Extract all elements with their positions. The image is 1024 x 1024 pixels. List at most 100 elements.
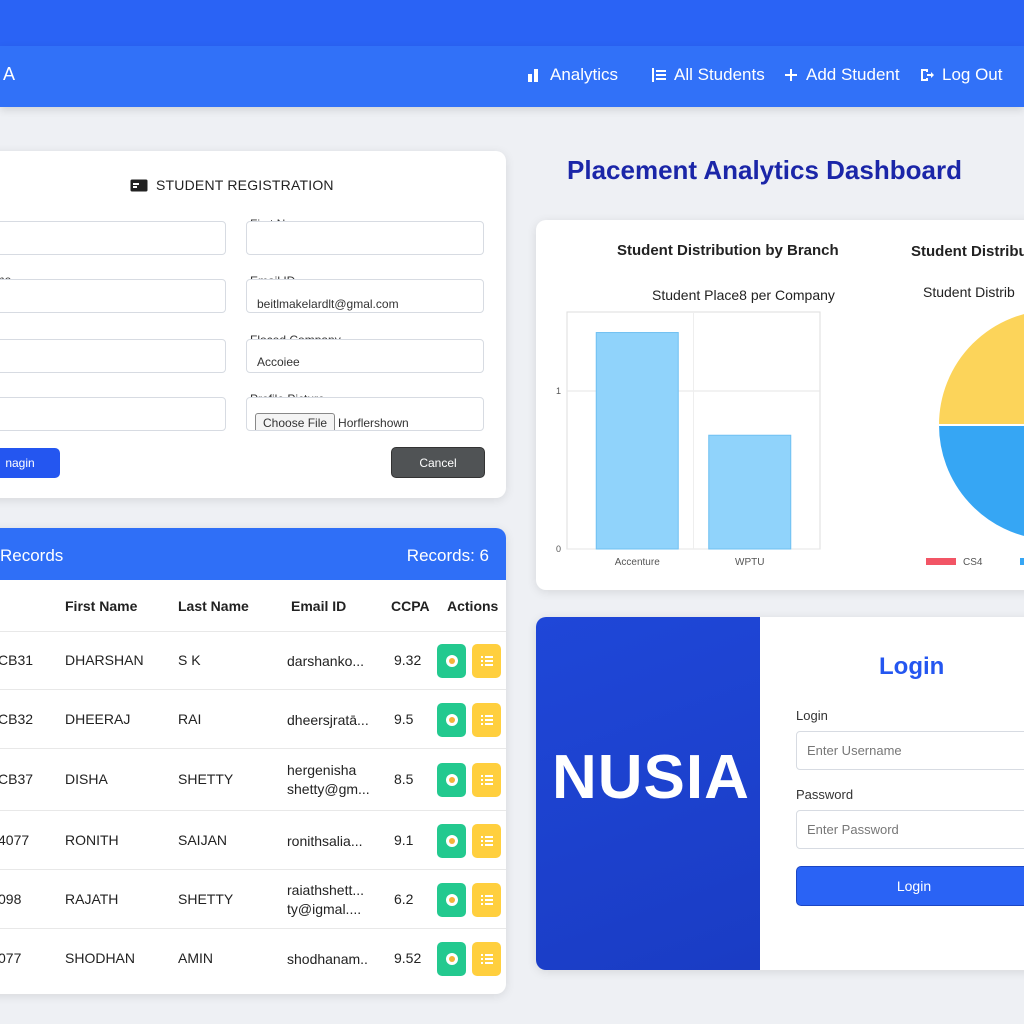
registration-card: STUDENT REGISTRATION ame n e First Name …	[0, 151, 506, 498]
records-title: Records	[0, 546, 64, 565]
login-title: Login	[879, 653, 945, 680]
table-row: 098 RAJATH SHETTY raiathshett... ty@igmal...…	[0, 869, 506, 928]
nav-add-student[interactable]: Add Student	[783, 65, 900, 85]
col-email[interactable]: Email ID	[291, 598, 346, 614]
cell-email-line: ronithsalia...	[287, 832, 363, 849]
view-button[interactable]	[437, 882, 466, 917]
view-button[interactable]	[437, 942, 466, 976]
pie-chart-title: Student Distribu	[911, 243, 1024, 260]
bar-chart: 0 1 Accenture WPTU	[556, 311, 821, 568]
view-button[interactable]	[437, 702, 466, 737]
login-card: NUSIA Login Login Enter Username Passwor…	[536, 617, 1024, 970]
x-tick-label: WPTU	[735, 557, 764, 568]
view-icon	[445, 655, 458, 667]
view-icon	[445, 774, 458, 786]
table-row: 4077 RONITH SAIJAN ronithsalia... 9.1	[0, 810, 506, 869]
cell-id: CB37	[0, 771, 34, 787]
cell-cgpa: 9.5	[394, 710, 414, 727]
cell-id: 077	[0, 950, 22, 966]
edit-button[interactable]	[472, 942, 501, 976]
left-field-4[interactable]	[0, 397, 226, 431]
col-last-name[interactable]: Last Name	[178, 598, 249, 614]
col-cgpa[interactable]: CCPA	[391, 598, 430, 614]
edit-list-icon	[480, 714, 493, 725]
bar-chart-subtitle: Student Place8 per Company	[652, 287, 835, 303]
cancel-button-label: Cancel	[419, 455, 457, 470]
cell-cgpa: 6.2	[394, 890, 414, 907]
left-field-3[interactable]	[0, 339, 226, 373]
edit-list-icon	[480, 835, 493, 846]
company-input[interactable]: Accoiee	[246, 339, 484, 373]
plus-icon	[785, 69, 797, 81]
legend-label: CS4	[963, 557, 983, 568]
edit-list-icon	[480, 894, 493, 905]
records-count: Records: 6	[406, 546, 489, 565]
cell-email-line: raiathshett...	[287, 881, 365, 898]
cell-first-name: DHEERAJ	[65, 710, 131, 727]
col-first-name[interactable]: First Name	[65, 598, 137, 614]
cell-id: CB31	[0, 652, 34, 668]
view-icon	[445, 834, 458, 847]
left-field-2[interactable]	[0, 279, 226, 313]
col-actions: Actions	[447, 598, 499, 614]
cell-id: 098	[0, 890, 22, 907]
cell-email-line: ty@igmal....	[287, 900, 362, 917]
edit-list-icon	[480, 954, 493, 964]
cell-email: darshanko...	[287, 652, 364, 671]
cell-email-line: hergenisha	[287, 762, 357, 778]
cell-last-name: SHETTY	[178, 890, 234, 907]
edit-button[interactable]	[472, 823, 501, 858]
cell-email: dheersjratā...	[287, 711, 369, 730]
edit-button[interactable]	[472, 763, 501, 797]
charts-card: Student Distribution by Branch Student P…	[536, 220, 1024, 590]
pie-chart-subtitle: Student Distrib	[923, 284, 1015, 300]
nav-analytics[interactable]: Analytics	[527, 65, 618, 85]
id-card-icon	[130, 179, 148, 191]
view-button[interactable]	[437, 644, 466, 678]
cell-email: ronithsalia...	[287, 832, 362, 851]
password-input[interactable]: Enter Password	[796, 810, 1024, 849]
view-icon	[445, 893, 458, 906]
edit-button[interactable]	[472, 882, 501, 917]
cancel-button[interactable]: Cancel	[391, 447, 485, 478]
register-button[interactable]: nagin	[0, 448, 60, 478]
records-card: Records Records: 6 First Name Last Name …	[0, 528, 506, 994]
logo: NUSIA	[552, 743, 750, 812]
cell-email: shodhanam..	[287, 950, 368, 969]
pie-slice	[936, 424, 1024, 539]
password-label: Password	[796, 787, 854, 802]
cell-cgpa: 9.1	[394, 831, 414, 848]
y-tick-label: 0	[556, 544, 561, 554]
cell-email-line: dheersjratā...	[287, 711, 369, 728]
nav-logout[interactable]: Log Out	[919, 65, 1003, 85]
y-tick-label: 1	[556, 386, 561, 396]
nav-all-students[interactable]: All Students	[651, 65, 765, 85]
bar	[595, 332, 679, 550]
pie-chart: CS4	[926, 311, 1024, 568]
edit-button[interactable]	[472, 702, 501, 737]
first-name-input[interactable]	[246, 221, 484, 255]
table-row: 077 SHODHAN AMIN shodhanam.. 9.52	[0, 928, 506, 988]
picture-input[interactable]: Choose File Horflershown	[246, 397, 484, 431]
cell-email: hergenisha shetty@gm...	[287, 761, 370, 799]
legend-swatch	[1020, 558, 1024, 565]
choose-file-button[interactable]: Choose File	[255, 413, 336, 430]
cell-last-name: RAI	[178, 710, 202, 727]
edit-button[interactable]	[472, 644, 501, 678]
login-button[interactable]: Login	[796, 866, 1024, 906]
cell-first-name: SHODHAN	[65, 950, 136, 966]
cell-email-line: shodhanam..	[287, 951, 368, 967]
table-row: CB37 DISHA SHETTY hergenisha shetty@gm... 8.5	[0, 748, 506, 810]
table-row: CB31 DHARSHAN S K darshanko... 9.32	[0, 631, 506, 689]
top-strip	[0, 0, 1024, 46]
cell-last-name: SHETTY	[178, 771, 234, 787]
nav-all-students-label: All Students	[674, 65, 765, 84]
username-input[interactable]: Enter Username	[796, 731, 1024, 770]
view-button[interactable]	[437, 823, 466, 858]
table-row: CB32 DHEERAJ RAI dheersjratā... 9.5	[0, 689, 506, 748]
cell-last-name: S K	[178, 652, 201, 668]
left-field-1[interactable]	[0, 221, 226, 255]
view-button[interactable]	[437, 763, 466, 797]
cell-email: raiathshett... ty@igmal....	[287, 881, 364, 919]
email-input[interactable]: beitlmakelardlt@gmal.com	[246, 279, 484, 313]
